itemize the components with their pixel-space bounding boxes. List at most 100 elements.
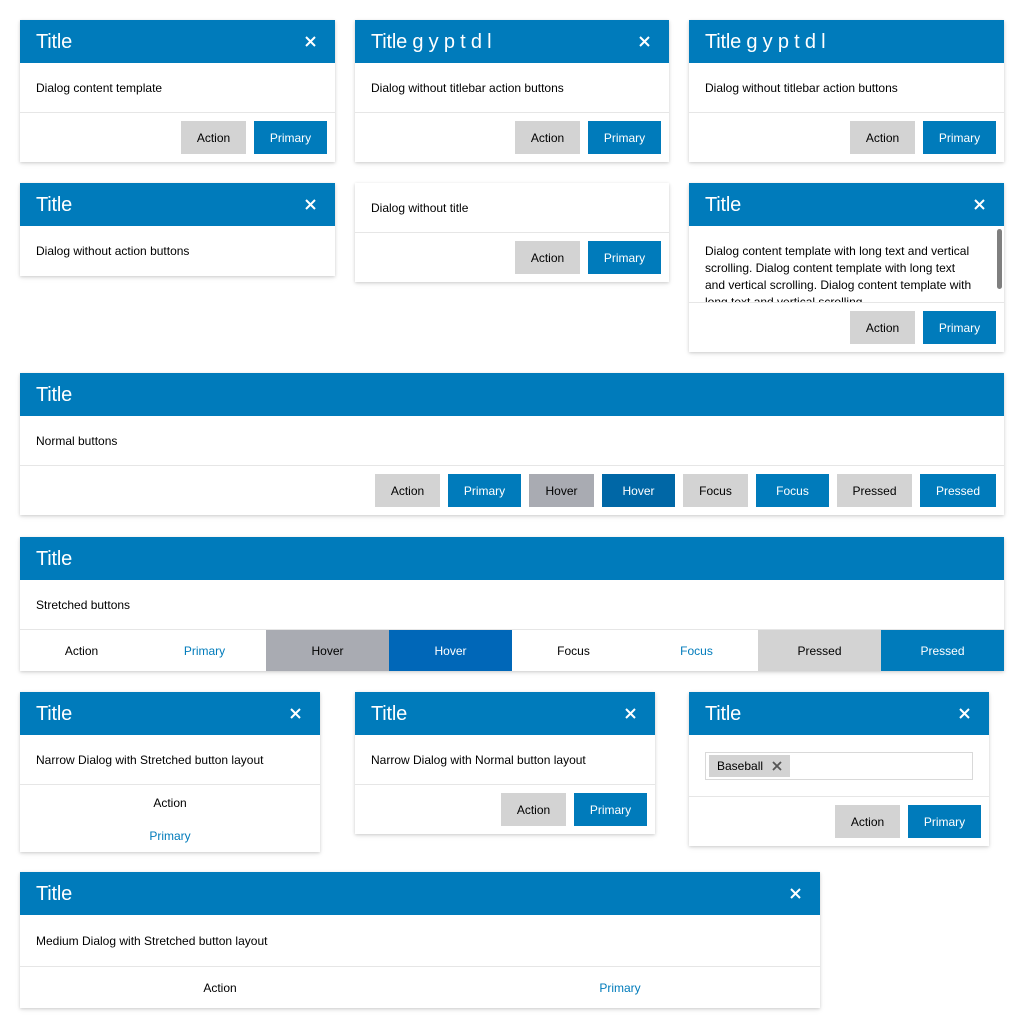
- action-button-focus[interactable]: Focus: [512, 630, 635, 671]
- chip-remove-icon[interactable]: [772, 761, 782, 771]
- dialog-content-template: Title Dialog content template Action Pri…: [20, 20, 335, 162]
- primary-button[interactable]: Primary: [588, 241, 661, 274]
- primary-button[interactable]: Primary: [143, 630, 266, 671]
- dialog-titlebar: Title: [20, 20, 335, 63]
- primary-button[interactable]: Primary: [908, 805, 981, 838]
- primary-button[interactable]: Primary: [923, 121, 996, 154]
- chip[interactable]: Baseball: [709, 755, 791, 777]
- dialog-titlebar: Title g y p t d l: [355, 20, 669, 63]
- close-icon[interactable]: [302, 20, 318, 63]
- dialog-title: Title: [371, 702, 408, 725]
- dialog-title: Title g y p t d l: [371, 30, 492, 53]
- dialog-titlebar: Title: [689, 183, 1004, 226]
- primary-button[interactable]: Primary: [420, 967, 820, 1008]
- action-button[interactable]: Action: [181, 121, 246, 154]
- dialog-titlebar: Title: [689, 692, 989, 735]
- dialog-footer: Action Primary Hover Hover Focus Focus P…: [20, 466, 1004, 515]
- close-icon[interactable]: [636, 20, 652, 63]
- dialog-footer: Action Primary: [689, 797, 989, 846]
- dialog-content: Stretched buttons: [20, 580, 1004, 630]
- close-icon[interactable]: [971, 183, 987, 226]
- action-button-pressed[interactable]: Pressed: [758, 630, 881, 671]
- dialog-title: Title: [36, 193, 73, 216]
- primary-button-focus[interactable]: Focus: [635, 630, 758, 671]
- close-icon[interactable]: [622, 692, 638, 735]
- action-button-hover[interactable]: Hover: [266, 630, 389, 671]
- dialog-medium-stretched: Title Medium Dialog with Stretched butto…: [20, 872, 820, 1008]
- primary-button[interactable]: Primary: [923, 311, 996, 344]
- dialog-footer: Action Primary: [355, 785, 655, 834]
- primary-button-focus[interactable]: Focus: [756, 474, 829, 507]
- dialog-without-action-buttons: Title Dialog without action buttons: [20, 183, 335, 276]
- dialog-content: Dialog without titlebar action buttons: [355, 63, 669, 113]
- dialog-content: Dialog without action buttons: [36, 244, 190, 258]
- dialog-content: Narrow Dialog with Stretched button layo…: [20, 735, 320, 785]
- dialog-content: Medium Dialog with Stretched button layo…: [20, 915, 820, 967]
- primary-button-hover[interactable]: Hover: [389, 630, 512, 671]
- dialog-content: Dialog content template with long text a…: [705, 244, 972, 303]
- dialog-content: Narrow Dialog with Normal button layout: [355, 735, 655, 785]
- dialog-content: Dialog without title: [355, 183, 669, 233]
- dialog-content: Dialog content template: [20, 63, 335, 113]
- primary-button[interactable]: Primary: [574, 793, 647, 826]
- action-button[interactable]: Action: [375, 474, 440, 507]
- dialog-no-titlebar-actions: Title g y p t d l Dialog without titleba…: [355, 20, 669, 162]
- dialog-content: Baseball: [689, 735, 989, 797]
- action-button-pressed[interactable]: Pressed: [837, 474, 912, 507]
- dialog-title: Title: [705, 702, 742, 725]
- dialog-titlebar: Title: [20, 537, 1004, 580]
- dialog-content: Normal buttons: [20, 416, 1004, 466]
- dialog-chip-input: Title Baseball Action Primary: [689, 692, 989, 846]
- dialog-titlebar: Title: [20, 373, 1004, 416]
- dialog-title: Title: [36, 30, 73, 53]
- dialog-footer-stacked: Action Primary: [20, 785, 320, 852]
- dialog-title: Title: [36, 547, 73, 570]
- action-button[interactable]: Action: [20, 786, 320, 819]
- primary-button-pressed[interactable]: Pressed: [881, 630, 1004, 671]
- action-button[interactable]: Action: [835, 805, 900, 838]
- action-button-focus[interactable]: Focus: [683, 474, 748, 507]
- action-button[interactable]: Action: [20, 967, 420, 1008]
- dialog-title: Title: [36, 383, 73, 406]
- chip-label: Baseball: [717, 759, 764, 773]
- dialog-footer-stretched: Action Primary Hover Hover Focus Focus P…: [20, 630, 1004, 671]
- primary-button[interactable]: Primary: [448, 474, 521, 507]
- dialog-footer: Action Primary: [20, 113, 335, 162]
- dialog-no-titlebar-actions-2: Title g y p t d l Dialog without titleba…: [689, 20, 1004, 162]
- dialog-titlebar: Title: [20, 872, 820, 915]
- dialog-titlebar: Title: [20, 183, 335, 226]
- dialog-title: Title: [36, 702, 73, 725]
- close-icon[interactable]: [287, 692, 303, 735]
- dialog-footer: Action Primary: [689, 113, 1004, 162]
- vertical-scrollbar[interactable]: [997, 229, 1002, 289]
- dialog-title: Title: [36, 882, 73, 905]
- chip-input-field[interactable]: Baseball: [705, 752, 973, 780]
- dialog-titlebar: Title g y p t d l: [689, 20, 1004, 63]
- dialog-content: Dialog without titlebar action buttons: [689, 63, 1004, 113]
- action-button[interactable]: Action: [515, 121, 580, 154]
- primary-button[interactable]: Primary: [254, 121, 327, 154]
- close-icon[interactable]: [302, 183, 318, 226]
- primary-button[interactable]: Primary: [588, 121, 661, 154]
- action-button[interactable]: Action: [850, 121, 915, 154]
- primary-button-pressed[interactable]: Pressed: [920, 474, 996, 507]
- action-button[interactable]: Action: [501, 793, 566, 826]
- dialog-titlebar: Title: [355, 692, 655, 735]
- dialog-narrow-stretched: Title Narrow Dialog with Stretched butto…: [20, 692, 320, 852]
- dialog-narrow-normal: Title Narrow Dialog with Normal button l…: [355, 692, 655, 834]
- close-icon[interactable]: [787, 872, 803, 915]
- dialog-scrolling-content-area[interactable]: Dialog content template with long text a…: [689, 226, 1004, 303]
- dialog-footer: Action Primary: [689, 303, 1004, 352]
- dialog-without-title: Dialog without title Action Primary: [355, 183, 669, 282]
- close-icon[interactable]: [956, 692, 972, 735]
- dialog-normal-buttons: Title Normal buttons Action Primary Hove…: [20, 373, 1004, 515]
- dialog-footer-stretched: Action Primary: [20, 967, 820, 1008]
- action-button[interactable]: Action: [20, 630, 143, 671]
- action-button[interactable]: Action: [850, 311, 915, 344]
- action-button-hover[interactable]: Hover: [529, 474, 594, 507]
- primary-button[interactable]: Primary: [20, 819, 320, 852]
- primary-button-hover[interactable]: Hover: [602, 474, 675, 507]
- dialog-stretched-buttons: Title Stretched buttons Action Primary H…: [20, 537, 1004, 671]
- dialog-title: Title g y p t d l: [705, 30, 826, 53]
- action-button[interactable]: Action: [515, 241, 580, 274]
